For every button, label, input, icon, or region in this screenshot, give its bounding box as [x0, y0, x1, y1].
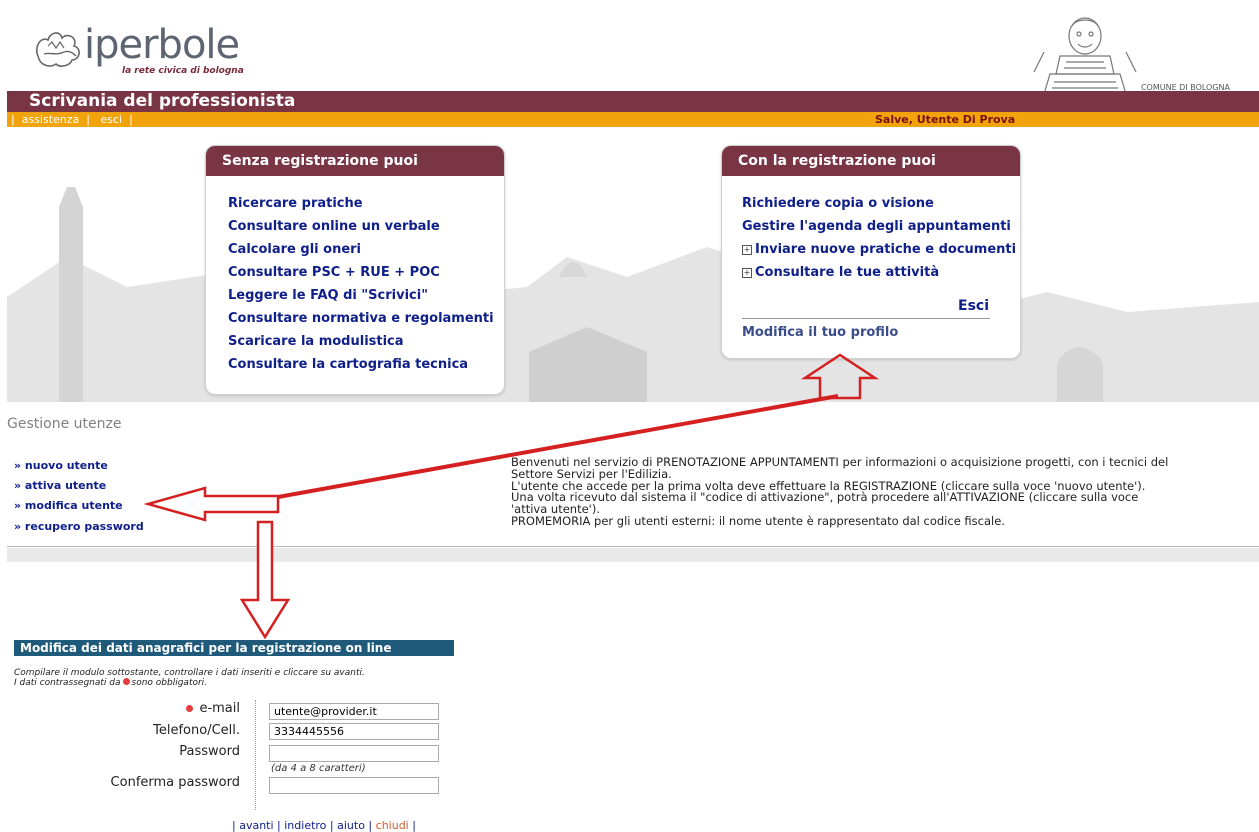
email-label: e-mail [40, 701, 240, 716]
gestione-utenze-title: Gestione utenze [7, 416, 122, 432]
modifica-utente-link[interactable]: » modifica utente [14, 499, 123, 512]
link-scaricare-modulistica[interactable]: Scaricare la modulistica [228, 334, 404, 349]
required-dot-icon [122, 678, 130, 685]
link-calcolare-oneri[interactable]: Calcolare gli oneri [228, 242, 361, 257]
aiuto-link[interactable]: aiuto [337, 819, 365, 832]
chiudi-link[interactable]: chiudi [376, 819, 409, 832]
link-consultare-verbale[interactable]: Consultare online un verbale [228, 219, 440, 234]
link-consultare-attivita-label: Consultare le tue attività [755, 265, 940, 280]
logo-wordmark: iperbole [84, 22, 240, 68]
indietro-link[interactable]: indietro [284, 819, 326, 832]
phone-label: Telefono/Cell. [153, 723, 240, 738]
form-intro-text: sono obbligatori. [131, 678, 208, 688]
top-nav-bar: | assistenza | esci | Salve, Utente Di P… [7, 112, 1259, 127]
link-gestire-agenda[interactable]: Gestire l'agenda degli appuntamenti [742, 219, 1011, 234]
required-dot-icon [186, 705, 194, 712]
panel-esci-link[interactable]: Esci [958, 298, 989, 314]
section-grey-bar [7, 548, 1259, 562]
city-crest-icon [1033, 17, 1137, 95]
top-nav: | assistenza | esci | [11, 113, 133, 126]
password-field[interactable] [269, 745, 439, 762]
form-intro-text: I dati contrassegnati da [14, 678, 121, 688]
logo-mark-icon [35, 32, 80, 67]
email-label-text: e-mail [199, 701, 240, 716]
services-banner: Senza registrazione puoi Ricercare prati… [7, 127, 1259, 402]
panel-senza-registrazione: Senza registrazione puoi Ricercare prati… [205, 145, 505, 395]
panel-divider [742, 318, 990, 319]
comune-crest: COMUNE DI BOLOGNA [1030, 12, 1230, 95]
form-column-divider [255, 700, 257, 810]
user-greeting: Salve, Utente Di Prova [875, 113, 1016, 126]
attiva-utente-link[interactable]: » attiva utente [14, 479, 106, 492]
confirm-password-label: Conferma password [110, 775, 240, 790]
logo-tagline: la rete civica di bologna [122, 66, 244, 76]
password-hint: (da 4 a 8 caratteri) [271, 763, 366, 774]
modifica-profilo-link[interactable]: Modifica il tuo profilo [742, 325, 898, 340]
panel-con-registrazione: Con la registrazione puoi Richiedere cop… [721, 145, 1021, 359]
welcome-line: Una volta ricevuto dal sistema il "codic… [511, 490, 1139, 505]
link-inviare-pratiche[interactable]: + Inviare nuove pratiche e documenti [742, 242, 1016, 257]
form-intro-line-2: I dati contrassegnati da sono obbligatori… [14, 678, 365, 688]
iperbole-logo[interactable]: iperbole la rete civica di bologna [30, 20, 270, 80]
app-title-bar: Scrivania del professionista [7, 91, 1259, 112]
link-consultare-attivita[interactable]: + Consultare le tue attività [742, 265, 939, 280]
section-divider [7, 546, 1259, 547]
nuovo-utente-link[interactable]: » nuovo utente [14, 459, 108, 472]
avanti-link[interactable]: avanti [239, 819, 273, 832]
nav-esci-link[interactable]: esci [100, 113, 122, 126]
expand-icon[interactable]: + [742, 245, 752, 255]
link-consultare-cartografia[interactable]: Consultare la cartografia tecnica [228, 357, 468, 372]
phone-field[interactable] [269, 723, 439, 740]
password-label: Password [179, 744, 240, 759]
link-richiedere-copia[interactable]: Richiedere copia o visione [742, 196, 934, 211]
app-title: Scrivania del professionista [29, 91, 296, 111]
link-consultare-normativa[interactable]: Consultare normativa e regolamenti [228, 311, 494, 326]
panel-con-registrazione-title: Con la registrazione puoi [722, 146, 1020, 176]
form-title: Modifica dei dati anagrafici per la regi… [14, 640, 454, 656]
link-leggere-faq[interactable]: Leggere le FAQ di "Scrivici" [228, 288, 428, 303]
bologna-skyline-icon [7, 187, 1259, 402]
welcome-text: Benvenuti nel servizio di PRENOTAZIONE A… [511, 457, 1259, 528]
expand-icon[interactable]: + [742, 268, 752, 278]
left-arrow-icon [143, 486, 280, 522]
email-field[interactable] [269, 703, 439, 720]
form-intro: Compilare il modulo sottostante, control… [14, 668, 365, 688]
form-intro-line: Compilare il modulo sottostante, control… [14, 668, 365, 678]
link-consultare-psc[interactable]: Consultare PSC + RUE + POC [228, 265, 440, 280]
welcome-line: PROMEMORIA per gli utenti esterni: il no… [511, 513, 1005, 528]
recupero-password-link[interactable]: » recupero password [14, 520, 144, 533]
nav-assistenza-link[interactable]: assistenza [22, 113, 80, 126]
confirm-password-field[interactable] [269, 777, 439, 794]
down-arrow-icon [239, 520, 291, 640]
link-ricercare-pratiche[interactable]: Ricercare pratiche [228, 196, 363, 211]
panel-senza-registrazione-title: Senza registrazione puoi [206, 146, 504, 176]
form-actions: | avanti | indietro | aiuto | chiudi | [232, 819, 416, 832]
link-inviare-pratiche-label: Inviare nuove pratiche e documenti [755, 242, 1017, 257]
